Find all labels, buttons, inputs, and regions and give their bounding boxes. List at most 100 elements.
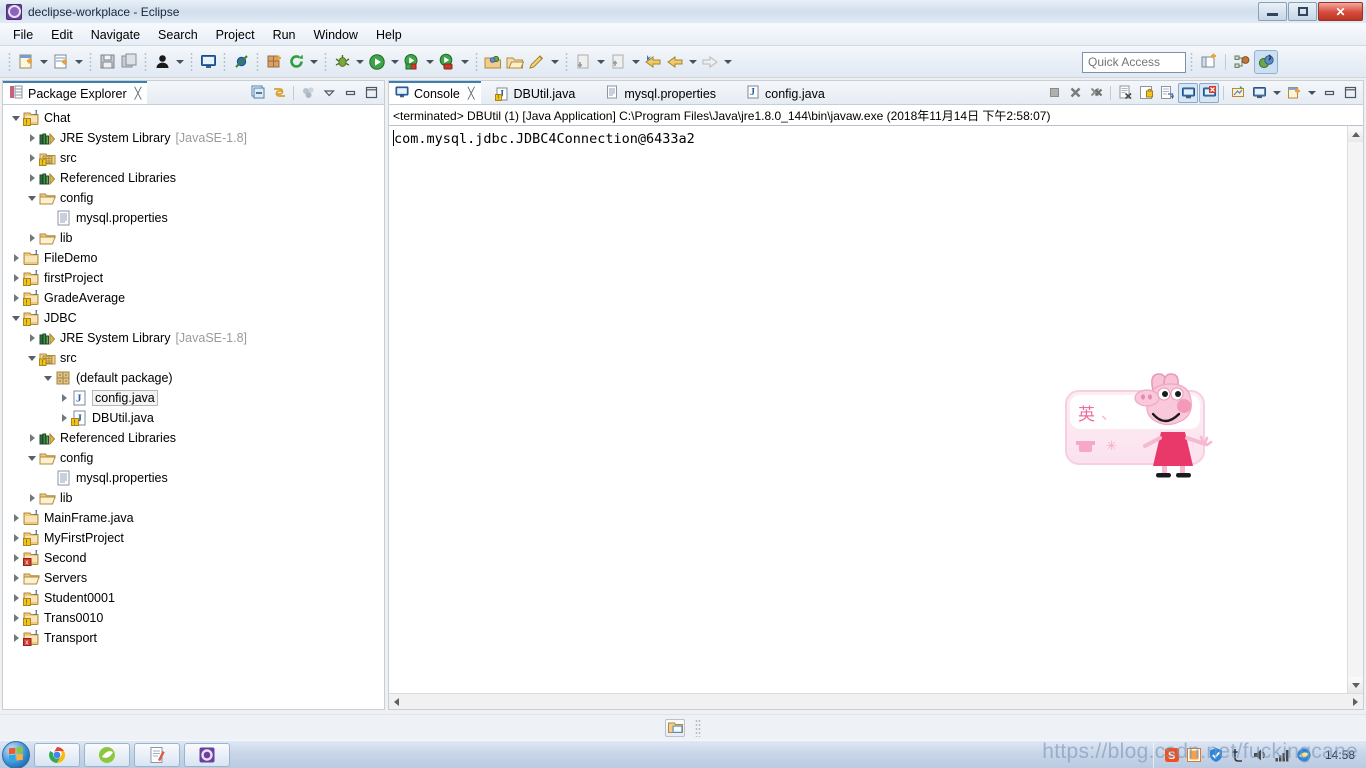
console-vertical-scrollbar[interactable] [1347, 126, 1363, 693]
tree-item-referenced-libraries[interactable]: Referenced Libraries [3, 168, 384, 188]
chevron-right-icon[interactable] [25, 488, 39, 508]
chevron-down-icon[interactable] [37, 51, 50, 73]
last-edit-icon[interactable] [642, 51, 664, 73]
new-file-icon[interactable] [15, 51, 37, 73]
menu-file[interactable]: File [4, 26, 42, 44]
terminate-icon[interactable] [1044, 83, 1064, 103]
skip-breakpoints-icon[interactable] [230, 51, 252, 73]
console-horizontal-scrollbar[interactable] [389, 693, 1363, 709]
new-package-icon[interactable] [263, 51, 285, 73]
chevron-right-icon[interactable] [57, 388, 71, 408]
show-on-error-icon[interactable] [1199, 82, 1219, 103]
console-icon[interactable] [197, 51, 219, 73]
clear-console-icon[interactable] [1115, 83, 1135, 103]
tree-item-default-package[interactable]: (default package) [3, 368, 384, 388]
tree-item-second[interactable]: Jx Second [3, 548, 384, 568]
link-editor-icon[interactable] [269, 83, 289, 103]
chevron-down-icon[interactable] [41, 368, 55, 388]
tree-item-config[interactable]: config [3, 448, 384, 468]
chevron-right-icon[interactable] [25, 328, 39, 348]
open-console-icon[interactable] [1284, 83, 1304, 103]
tree-item-dbutil-java[interactable]: J! DBUtil.java [3, 408, 384, 428]
scroll-left-icon[interactable] [394, 697, 399, 706]
chevron-right-icon[interactable] [25, 148, 39, 168]
chevron-right-icon[interactable] [57, 408, 71, 428]
refresh-icon[interactable] [285, 51, 307, 73]
chevron-down-icon[interactable] [548, 51, 561, 73]
chevron-right-icon[interactable] [9, 508, 23, 528]
debug-bug-icon[interactable] [331, 51, 353, 73]
tree-item-transport[interactable]: Jx Transport [3, 628, 384, 648]
close-button[interactable]: ✕ [1318, 2, 1363, 21]
save-icon[interactable] [96, 51, 118, 73]
menu-navigate[interactable]: Navigate [82, 26, 149, 44]
run-play-icon[interactable] [366, 51, 388, 73]
chevron-down-icon[interactable] [173, 51, 186, 73]
filters-icon[interactable] [298, 83, 318, 103]
tree-item-config-java[interactable]: Jconfig.java [3, 388, 384, 408]
tree-item-servers[interactable]: Servers [3, 568, 384, 588]
collapse-all-icon[interactable] [248, 83, 268, 103]
chevron-down-icon[interactable] [458, 51, 471, 73]
tab-console[interactable]: Console ╳ [389, 81, 481, 104]
open-folder-icon[interactable] [504, 51, 526, 73]
chevron-down-icon[interactable] [307, 51, 320, 73]
scroll-down-icon[interactable] [1348, 677, 1363, 693]
taskbar-clock[interactable]: 14:58 [1322, 748, 1358, 762]
volume-icon[interactable] [1252, 747, 1268, 763]
chevron-right-icon[interactable] [9, 588, 23, 608]
run-server-icon[interactable] [401, 51, 423, 73]
display-console-icon[interactable] [1249, 83, 1269, 103]
chevron-right-icon[interactable] [9, 608, 23, 628]
tree-item-jdbc[interactable]: J! JDBC [3, 308, 384, 328]
quick-access-input[interactable] [1082, 51, 1186, 73]
remove-all-icon[interactable] [1086, 83, 1106, 103]
menu-search[interactable]: Search [149, 26, 207, 44]
save-all-icon[interactable] [118, 51, 140, 73]
tree-item-gradeaverage[interactable]: J! GradeAverage [3, 288, 384, 308]
tree-item-mysql-properties[interactable]: mysql.properties [3, 208, 384, 228]
remove-icon[interactable] [1065, 83, 1085, 103]
chevron-right-icon[interactable] [25, 128, 39, 148]
scroll-right-icon[interactable] [1353, 697, 1358, 706]
chevron-down-icon[interactable] [721, 51, 734, 73]
shirt-icon[interactable] [1076, 440, 1095, 452]
chevron-down-icon[interactable] [594, 51, 607, 73]
chevron-down-icon[interactable] [686, 51, 699, 73]
sogou-icon[interactable]: S [1164, 747, 1180, 763]
network-icon[interactable] [1274, 747, 1290, 763]
chevron-down-icon[interactable] [9, 108, 23, 128]
tree-item-src[interactable]: ! src [3, 148, 384, 168]
tree-item-chat[interactable]: J! Chat [3, 108, 384, 128]
word-wrap-icon[interactable] [1157, 83, 1177, 103]
tree-item-trans0010[interactable]: J! Trans0010 [3, 608, 384, 628]
minimize-button[interactable] [1258, 2, 1287, 21]
tree-item-lib[interactable]: lib [3, 228, 384, 248]
menu-project[interactable]: Project [207, 26, 264, 44]
chevron-right-icon[interactable] [9, 268, 23, 288]
chevron-right-icon[interactable] [25, 228, 39, 248]
menu-window[interactable]: Window [305, 26, 367, 44]
tree-item-lib[interactable]: lib [3, 488, 384, 508]
chevron-down-icon[interactable] [25, 448, 39, 468]
maximize-icon[interactable] [1340, 83, 1360, 103]
taskbar-notepad[interactable] [134, 742, 180, 767]
chevron-right-icon[interactable] [9, 568, 23, 588]
tree-item-referenced-libraries[interactable]: Referenced Libraries [3, 428, 384, 448]
chevron-down-icon[interactable] [72, 51, 85, 73]
tab-package-explorer[interactable]: Package Explorer ╳ [3, 81, 148, 104]
tree-item-src[interactable]: ! src [3, 348, 384, 368]
tree-item-mysql-properties[interactable]: mysql.properties [3, 468, 384, 488]
shield-icon[interactable] [1208, 747, 1224, 763]
scroll-lock-icon[interactable] [1136, 83, 1156, 103]
ime-icon[interactable] [1230, 747, 1246, 763]
server-status-icon[interactable] [665, 718, 685, 737]
chevron-right-icon[interactable] [25, 428, 39, 448]
archive-icon[interactable] [1186, 747, 1202, 763]
chevron-down-icon[interactable] [388, 51, 401, 73]
tree-item-myfirstproject[interactable]: J! MyFirstProject [3, 528, 384, 548]
chevron-down-icon[interactable] [1305, 82, 1318, 104]
chevron-right-icon[interactable] [9, 548, 23, 568]
chevron-down-icon[interactable] [25, 188, 39, 208]
taskbar-eclipse[interactable] [184, 742, 230, 767]
